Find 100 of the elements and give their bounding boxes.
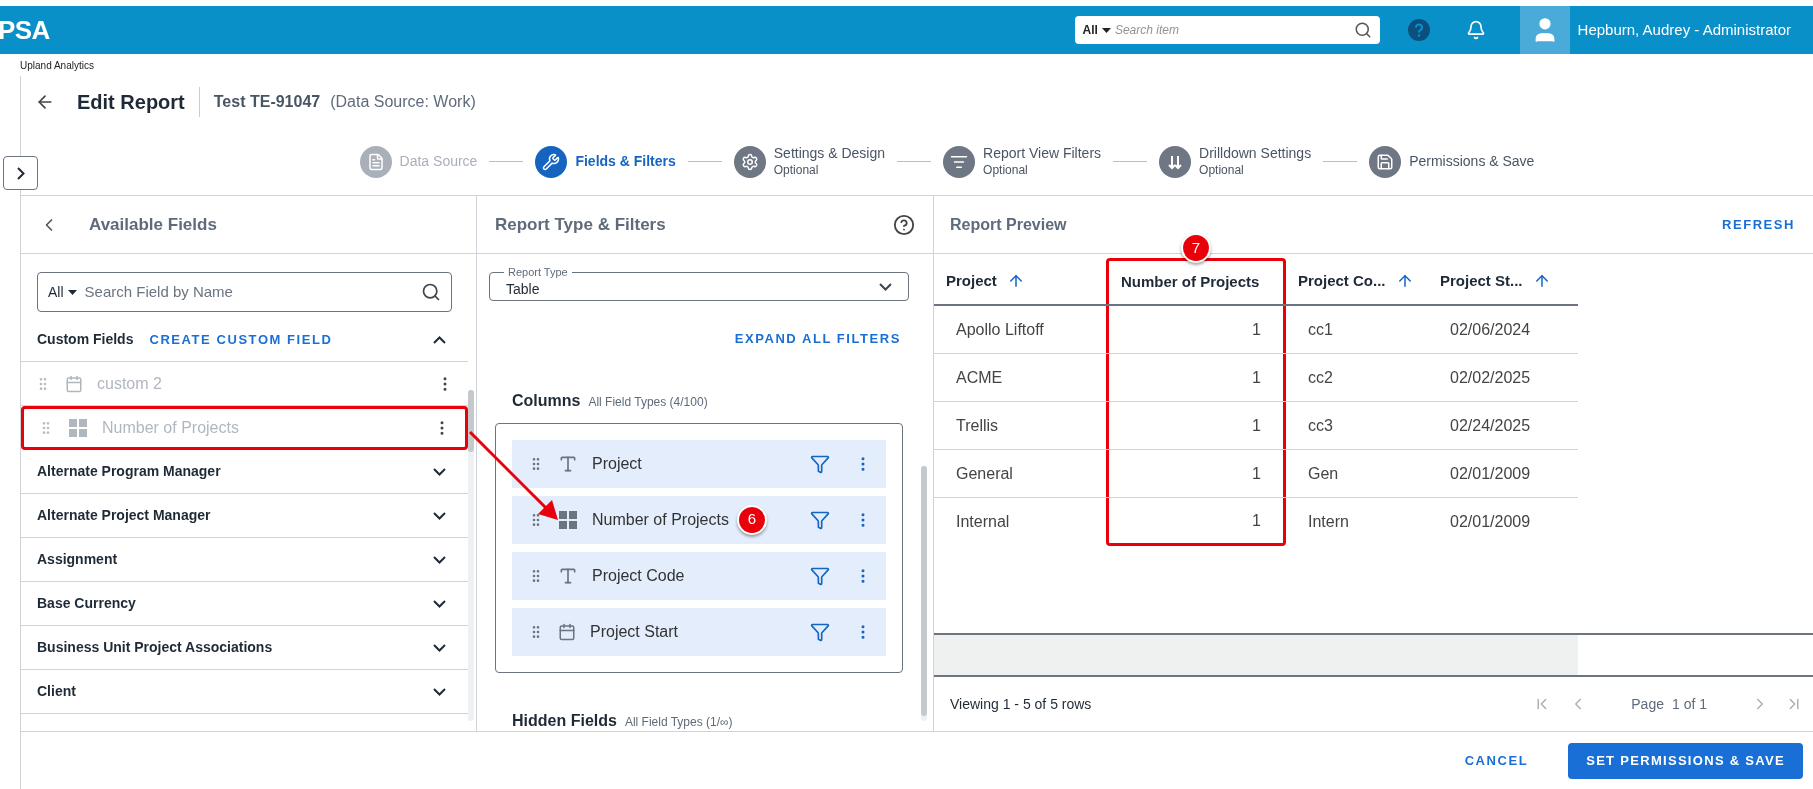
- field-group-row[interactable]: Alternate Program Manager: [21, 450, 468, 494]
- search-field[interactable]: All Search item: [1074, 16, 1380, 44]
- cancel-button[interactable]: CANCEL: [1452, 742, 1541, 779]
- table-cell-text: Trellis: [955, 415, 1000, 436]
- table-cell: 1: [1106, 450, 1286, 497]
- data-source-label: (Data Source: Work): [330, 92, 476, 112]
- expand-all-filters-link[interactable]: EXPAND ALL FILTERS: [734, 329, 901, 349]
- panel-title: Available Fields: [89, 213, 217, 236]
- table-cell-text: 02/01/2009: [1449, 512, 1532, 532]
- column-field-row[interactable]: Project Code: [512, 551, 886, 600]
- table-cell: 1: [1106, 354, 1286, 401]
- field-search[interactable]: All Search Field by Name: [37, 272, 452, 312]
- table-cell-text: Apollo Liftoff: [955, 319, 1045, 340]
- wrench-icon: [542, 152, 561, 171]
- wizard-step[interactable]: Settings & Design Optional: [733, 145, 886, 178]
- filter-icon[interactable]: [810, 509, 830, 530]
- expand-sidebar-button[interactable]: [3, 156, 38, 190]
- filter-icon[interactable]: [810, 565, 830, 586]
- column-field-row[interactable]: Project: [512, 439, 886, 488]
- chevron-right-icon: [16, 166, 25, 180]
- calendar-icon: [558, 622, 576, 641]
- table-cell-text: cc2: [1307, 367, 1334, 388]
- search-input[interactable]: Search item: [1114, 21, 1350, 39]
- collapse-chevron-icon[interactable]: [433, 335, 446, 344]
- help-icon[interactable]: [893, 213, 915, 236]
- column-header[interactable]: Project: [934, 258, 1106, 304]
- filter-icon[interactable]: [810, 621, 830, 642]
- expand-chevron-icon[interactable]: [433, 599, 446, 608]
- callout-badge: 7: [1181, 233, 1211, 263]
- section-hint: All Field Types (1/∞): [624, 713, 733, 731]
- callout-badge: 6: [736, 504, 767, 535]
- table-cell-text: 02/24/2025: [1449, 415, 1532, 436]
- table-cell-text: 02/02/2025: [1449, 367, 1532, 388]
- notification-bell-icon[interactable]: [1465, 20, 1486, 40]
- table-cell-text: Internal: [955, 512, 1011, 532]
- expand-chevron-icon[interactable]: [433, 511, 446, 520]
- field-group-row[interactable]: Business Unit Project Associations: [21, 626, 468, 670]
- caret-icon[interactable]: [67, 289, 77, 295]
- panel-title: Report Type & Filters: [495, 213, 667, 236]
- page-title: Edit Report: [77, 90, 185, 115]
- save-icon: [1376, 152, 1395, 171]
- column-field-row[interactable]: Number of Projects 6: [512, 495, 886, 544]
- table-cell-text: cc1: [1307, 319, 1334, 340]
- table-cell-text: 02/06/2024: [1449, 319, 1532, 340]
- document-icon: [366, 152, 385, 171]
- user-name[interactable]: Hepburn, Audrey - Administrator: [1577, 18, 1791, 42]
- expand-chevron-icon[interactable]: [433, 467, 446, 476]
- field-group-row[interactable]: Base Currency: [21, 582, 468, 626]
- table-cell-text: Gen: [1307, 463, 1340, 484]
- page-number: 1 of 1: [1671, 694, 1707, 714]
- field-search-input[interactable]: Search Field by Name: [84, 280, 413, 304]
- calendar-icon: [65, 374, 83, 393]
- panel-title: Report Preview: [950, 214, 1068, 235]
- search-icon[interactable]: [1353, 21, 1372, 39]
- section-title: Custom Fields: [37, 330, 134, 349]
- column-header[interactable]: Number of Projects: [1106, 258, 1286, 304]
- section-hint: All Field Types (4/100): [588, 393, 708, 411]
- field-group-row[interactable]: Assignment: [21, 538, 468, 582]
- table-cell-text: 02/01/2009: [1449, 463, 1532, 484]
- avatar[interactable]: [1519, 6, 1570, 54]
- section-title: Columns: [512, 390, 581, 411]
- table-cell-text: cc3: [1307, 415, 1334, 436]
- report-name: Test TE-91047: [213, 92, 321, 112]
- filter-icon[interactable]: [810, 453, 830, 474]
- table-cell: 1: [1106, 402, 1286, 449]
- expand-chevron-icon[interactable]: [433, 555, 446, 564]
- expand-chevron-icon[interactable]: [433, 643, 446, 652]
- scope-dropdown[interactable]: All: [1082, 21, 1111, 39]
- section-title: Hidden Fields: [512, 710, 617, 731]
- app-name: Upland Analytics: [20, 58, 94, 73]
- scrollbar[interactable]: [468, 390, 474, 721]
- table-cell-text: Intern: [1307, 512, 1350, 532]
- grid-icon: [68, 418, 88, 438]
- row-count: Viewing 1 - 5 of 5 rows: [950, 694, 1093, 714]
- horizontal-scroll-track[interactable]: [934, 635, 1578, 675]
- wizard-step[interactable]: Drilldown Settings Optional: [1159, 145, 1312, 178]
- search-icon[interactable]: [421, 282, 441, 302]
- create-custom-field-link[interactable]: CREATE CUSTOM FIELD: [149, 329, 333, 350]
- expand-chevron-icon[interactable]: [433, 687, 446, 696]
- wizard-step[interactable]: Permissions & Save: [1369, 145, 1535, 178]
- table-cell: 1: [1106, 498, 1286, 546]
- field-group-row[interactable]: Client: [21, 670, 468, 714]
- wizard-step[interactable]: Fields & Filters: [535, 145, 676, 178]
- scrollbar[interactable]: [921, 466, 927, 721]
- table-cell-text: General: [955, 463, 1014, 484]
- logo: PSA: [0, 13, 50, 47]
- table-cell-text: ACME: [955, 367, 1004, 388]
- field-group-row[interactable]: Alternate Project Manager: [21, 494, 468, 538]
- save-button[interactable]: SET PERMISSIONS & SAVE: [1568, 742, 1803, 779]
- table-cell: 1: [1106, 306, 1286, 353]
- column-field-row[interactable]: Project Start: [512, 607, 886, 656]
- caret-icon[interactable]: [1101, 27, 1111, 33]
- grid-icon: [558, 509, 578, 530]
- page-label: Page: [1631, 694, 1664, 714]
- wizard-step[interactable]: Report View Filters Optional: [943, 145, 1102, 178]
- settings-icon: [740, 152, 759, 171]
- refresh-link[interactable]: REFRESH: [1721, 214, 1795, 235]
- column-header[interactable]: Project St...: [1428, 258, 1578, 304]
- column-header[interactable]: Project Co...: [1286, 258, 1428, 304]
- chevron-down-icon: [879, 282, 892, 291]
